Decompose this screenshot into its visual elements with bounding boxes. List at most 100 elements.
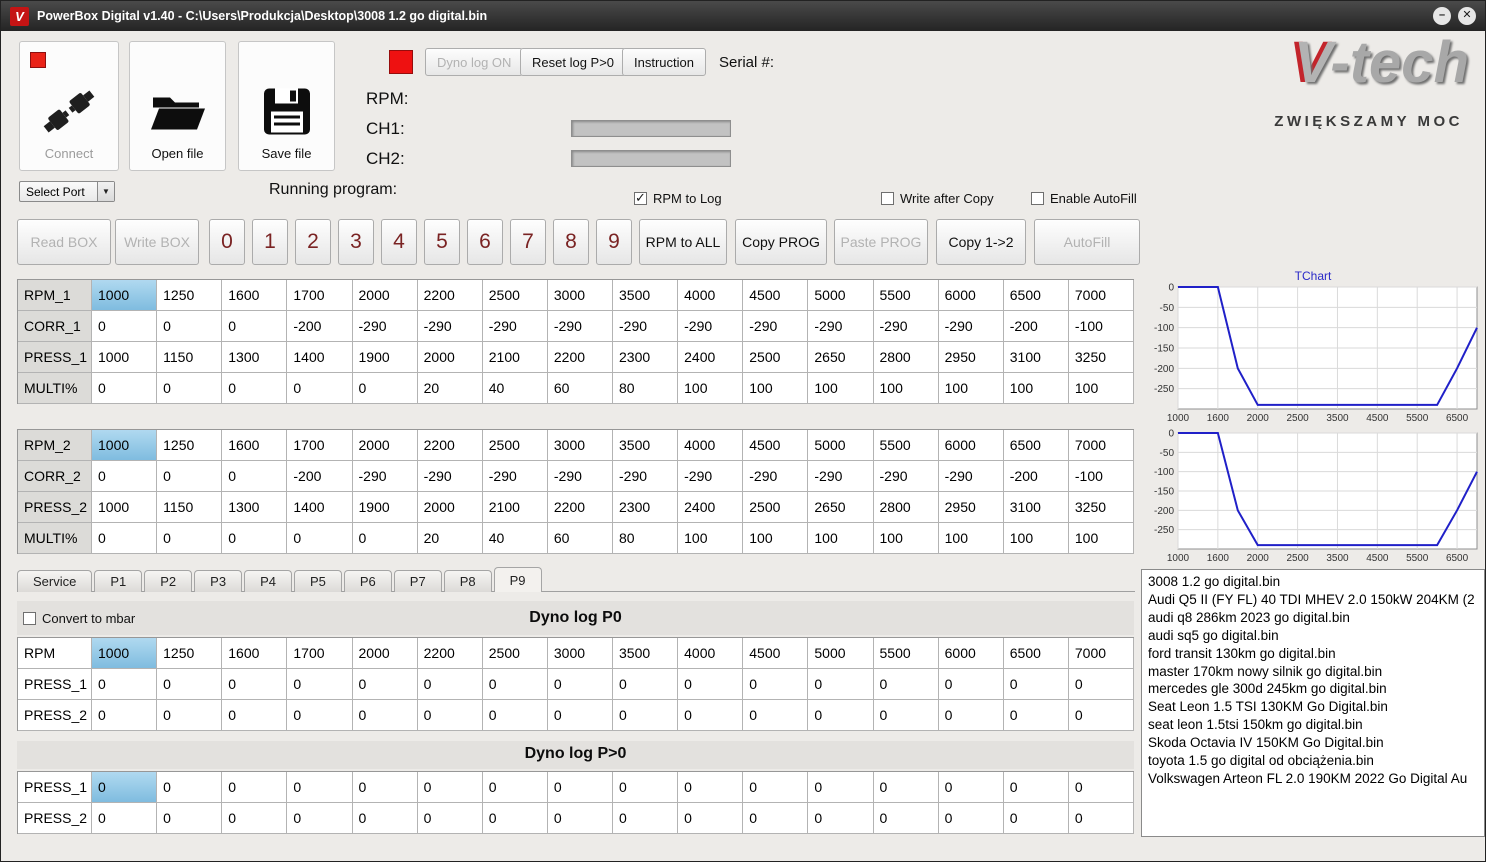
table-cell[interactable]: 0 [222, 461, 288, 492]
table-cell[interactable]: 0 [1003, 772, 1069, 803]
file-list-item[interactable]: audi sq5 go digital.bin [1148, 627, 1478, 645]
tab-p6[interactable]: P6 [343, 570, 392, 592]
table-cell[interactable]: 0 [92, 311, 158, 342]
table-cell[interactable]: 2800 [873, 492, 939, 523]
table-cell[interactable]: 0 [222, 523, 288, 554]
file-list-item[interactable]: ford transit 130km go digital.bin [1148, 645, 1478, 663]
table-cell[interactable]: 0 [938, 700, 1004, 731]
table-cell[interactable]: 80 [613, 373, 679, 404]
digit-button-6[interactable]: 6 [467, 219, 503, 265]
file-list-item[interactable]: 3008 1.2 go digital.bin [1148, 573, 1478, 591]
table-cell[interactable]: 0 [222, 772, 288, 803]
table-cell[interactable]: 0 [1003, 669, 1069, 700]
table-cell[interactable]: 20 [417, 523, 483, 554]
table-cell[interactable]: 0 [547, 669, 613, 700]
table-cell[interactable]: 0 [678, 700, 744, 731]
table-cell[interactable]: 2000 [352, 280, 418, 311]
file-list-item[interactable]: Volkswagen Arteon FL 2.0 190KM 2022 Go D… [1148, 770, 1478, 788]
table-cell[interactable]: 1900 [352, 492, 418, 523]
table-cell[interactable]: 0 [743, 772, 809, 803]
table-cell[interactable]: 1000 [92, 492, 158, 523]
table-cell[interactable]: 100 [808, 373, 874, 404]
digit-button-2[interactable]: 2 [295, 219, 331, 265]
table-cell[interactable]: 2000 [417, 492, 483, 523]
table-cell[interactable]: 2200 [417, 280, 483, 311]
table-cell[interactable]: 2200 [547, 342, 613, 373]
table-cell[interactable]: 20 [417, 373, 483, 404]
table-cell[interactable]: -290 [873, 311, 939, 342]
table-cell[interactable]: 0 [1068, 772, 1134, 803]
table-cell[interactable]: 0 [613, 669, 679, 700]
digit-button-8[interactable]: 8 [553, 219, 589, 265]
table-cell[interactable]: -290 [482, 311, 548, 342]
table-cell[interactable]: 0 [92, 461, 158, 492]
table-cell[interactable]: 2650 [808, 492, 874, 523]
table-cell[interactable]: 0 [417, 700, 483, 731]
tab-p8[interactable]: P8 [443, 570, 492, 592]
file-list-item[interactable]: master 170km nowy silnik go digital.bin [1148, 663, 1478, 681]
tab-service[interactable]: Service [17, 570, 93, 592]
table-cell[interactable]: 0 [287, 669, 353, 700]
table-cell[interactable]: 0 [352, 803, 418, 834]
open-file-button[interactable]: Open file [129, 41, 226, 171]
table-cell[interactable]: 0 [352, 523, 418, 554]
table-cell[interactable]: 1000 [92, 430, 158, 461]
tab-p3[interactable]: P3 [194, 570, 243, 592]
table-cell[interactable]: 40 [482, 523, 548, 554]
title-bar[interactable]: V PowerBox Digital v1.40 - C:\Users\Prod… [1, 1, 1485, 31]
table-cell[interactable]: 3500 [613, 638, 679, 669]
table-cell[interactable]: 0 [1003, 803, 1069, 834]
table-cell[interactable]: 0 [157, 772, 223, 803]
table-cell[interactable]: 1300 [222, 492, 288, 523]
table-cell[interactable]: 3000 [547, 430, 613, 461]
table-cell[interactable]: 0 [808, 700, 874, 731]
rpm-to-log-checkbox-box[interactable] [634, 190, 647, 206]
table-cell[interactable]: 2000 [352, 430, 418, 461]
table-cell[interactable]: 0 [287, 772, 353, 803]
table-cell[interactable]: 1000 [92, 342, 158, 373]
table-cell[interactable]: -290 [547, 461, 613, 492]
table-cell[interactable]: 0 [938, 803, 1004, 834]
instruction-button[interactable]: Instruction [622, 48, 706, 76]
minimize-button[interactable]: – [1433, 7, 1451, 25]
table-cell[interactable]: 5000 [808, 280, 874, 311]
tab-p4[interactable]: P4 [244, 570, 292, 592]
table-cell[interactable]: 0 [352, 772, 418, 803]
table-cell[interactable]: 6500 [1003, 638, 1069, 669]
file-list-item[interactable]: seat leon 1.5tsi 150km go digital.bin [1148, 716, 1478, 734]
table-cell[interactable]: 3250 [1068, 492, 1134, 523]
table-cell[interactable]: 2100 [482, 342, 548, 373]
table-cell[interactable]: 5500 [873, 280, 939, 311]
table-cell[interactable]: -290 [808, 461, 874, 492]
table-cell[interactable]: 0 [222, 311, 288, 342]
table-cell[interactable]: 100 [678, 373, 744, 404]
table-cell[interactable]: 0 [743, 669, 809, 700]
table-cell[interactable]: -290 [873, 461, 939, 492]
table-cell[interactable]: 1700 [287, 638, 353, 669]
table-cell[interactable]: 2100 [482, 492, 548, 523]
table-cell[interactable]: -100 [1068, 311, 1134, 342]
table-cell[interactable]: 7000 [1068, 430, 1134, 461]
table-cell[interactable]: 4500 [743, 280, 809, 311]
table-cell[interactable]: 2400 [678, 342, 744, 373]
digit-button-3[interactable]: 3 [338, 219, 374, 265]
reset-log-button[interactable]: Reset log P>0 [520, 48, 627, 76]
table-cell[interactable]: 0 [482, 772, 548, 803]
table-cell[interactable]: 0 [547, 803, 613, 834]
table-cell[interactable]: 0 [678, 669, 744, 700]
table-cell[interactable]: 0 [352, 373, 418, 404]
table-cell[interactable]: -290 [743, 461, 809, 492]
table-cell[interactable]: 60 [547, 523, 613, 554]
table-cell[interactable]: 100 [938, 523, 1004, 554]
table-cell[interactable]: -290 [743, 311, 809, 342]
digit-button-9[interactable]: 9 [596, 219, 632, 265]
table-cell[interactable]: 0 [547, 772, 613, 803]
table-cell[interactable]: 0 [157, 311, 223, 342]
table-cell[interactable]: 1250 [157, 430, 223, 461]
table-cell[interactable]: 0 [92, 803, 158, 834]
table-cell[interactable]: -290 [417, 311, 483, 342]
table-cell[interactable]: -200 [287, 461, 353, 492]
table-cell[interactable]: 2200 [417, 430, 483, 461]
table-cell[interactable]: 60 [547, 373, 613, 404]
table-cell[interactable]: 3000 [547, 280, 613, 311]
